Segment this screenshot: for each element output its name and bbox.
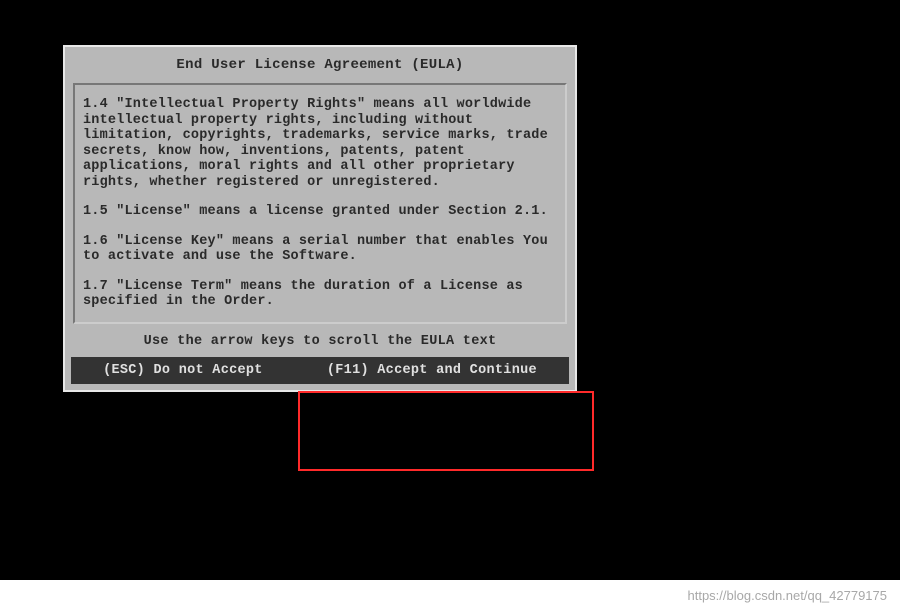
eula-section: 1.6 "License Key" means a serial number … <box>83 234 557 265</box>
accept-button[interactable]: (F11) Accept and Continue <box>327 363 537 378</box>
eula-text-box[interactable]: 1.4 "Intellectual Property Rights" means… <box>73 83 567 324</box>
terminal-screen: End User License Agreement (EULA) 1.4 "I… <box>0 0 900 580</box>
eula-section: 1.5 "License" means a license granted un… <box>83 204 557 220</box>
eula-section: 1.7 "License Term" means the duration of… <box>83 279 557 310</box>
scroll-hint: Use the arrow keys to scroll the EULA te… <box>67 324 573 357</box>
eula-dialog: End User License Agreement (EULA) 1.4 "I… <box>63 45 577 392</box>
dialog-title: End User License Agreement (EULA) <box>67 49 573 83</box>
decline-button[interactable]: (ESC) Do not Accept <box>103 363 263 378</box>
annotation-highlight <box>298 391 594 471</box>
button-bar: (ESC) Do not Accept (F11) Accept and Con… <box>71 357 569 384</box>
eula-section: 1.4 "Intellectual Property Rights" means… <box>83 97 557 190</box>
watermark: https://blog.csdn.net/qq_42779175 <box>688 588 888 603</box>
